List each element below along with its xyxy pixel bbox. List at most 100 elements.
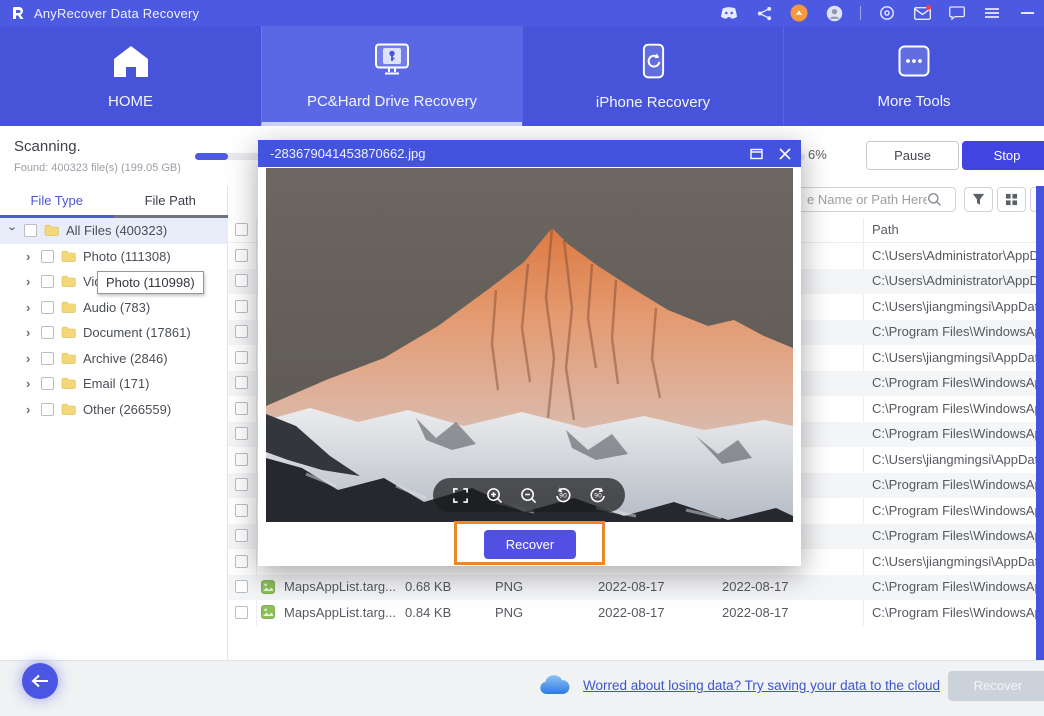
tree-checkbox[interactable] (41, 301, 54, 314)
file-path-cell: C:\Program Files\WindowsApp (872, 375, 1038, 390)
modal-titlebar: -283679041453870662.jpg (258, 140, 801, 167)
tree-item-label: Other (266559) (83, 402, 171, 417)
folder-icon (61, 377, 76, 390)
tree-checkbox[interactable] (41, 250, 54, 263)
row-checkbox[interactable] (235, 300, 248, 313)
modified-date-cell: 2022-08-17 (598, 579, 665, 594)
zoom-in-icon[interactable] (486, 487, 503, 504)
modal-recover-button[interactable]: Recover (484, 530, 576, 559)
tree-checkbox[interactable] (41, 275, 54, 288)
maximize-icon[interactable] (750, 148, 763, 160)
table-row[interactable]: MapsAppList.targ... 0.68 KB PNG 2022-08-… (228, 575, 1044, 601)
mail-notification-dot (926, 5, 931, 10)
folder-icon (61, 403, 76, 416)
promo-icon[interactable] (790, 4, 808, 22)
cloud-save-link[interactable]: Worred about losing data? Try saving you… (583, 678, 940, 693)
tree-checkbox[interactable] (41, 326, 54, 339)
rotate-left-icon[interactable]: 90 (554, 486, 572, 504)
row-checkbox[interactable] (235, 249, 248, 262)
tree-item[interactable]: › Archive (2846) (0, 346, 228, 372)
vertical-scrollbar[interactable] (1036, 186, 1044, 660)
file-path-cell: C:\Program Files\WindowsApp (872, 528, 1038, 543)
nav-home[interactable]: HOME (0, 26, 261, 126)
grid-view-button[interactable] (997, 187, 1026, 212)
tree-item[interactable]: › Document (17861) (0, 320, 228, 346)
folder-icon (61, 352, 76, 365)
row-checkbox[interactable] (235, 580, 248, 593)
filter-button[interactable] (964, 187, 993, 212)
minimize-icon[interactable] (1018, 4, 1036, 22)
row-checkbox[interactable] (235, 555, 248, 568)
select-all-checkbox[interactable] (235, 223, 248, 236)
chevron-right-icon[interactable]: › (26, 250, 34, 263)
tree-checkbox[interactable] (41, 352, 54, 365)
file-path-cell: C:\Program Files\WindowsApp (872, 324, 1038, 339)
image-toolbar: 90 90 (433, 478, 625, 512)
chevron-right-icon[interactable]: › (26, 352, 34, 365)
nav-pc-hard-drive-recovery[interactable]: PC&Hard Drive Recovery (261, 26, 522, 126)
back-button[interactable] (22, 663, 58, 699)
chat-icon[interactable] (948, 4, 966, 22)
row-checkbox[interactable] (235, 529, 248, 542)
chevron-right-icon[interactable]: › (7, 227, 20, 235)
file-path-cell: C:\Program Files\WindowsApp (872, 426, 1038, 441)
row-checkbox[interactable] (235, 427, 248, 440)
row-checkbox[interactable] (235, 478, 248, 491)
tree-checkbox[interactable] (24, 224, 37, 237)
zoom-out-icon[interactable] (520, 487, 537, 504)
footer-recover-button[interactable]: Recover (948, 671, 1044, 701)
svg-text:90: 90 (559, 493, 567, 500)
row-checkbox[interactable] (235, 376, 248, 389)
home-icon (113, 43, 149, 84)
discord-icon[interactable] (720, 4, 738, 22)
file-name-cell: MapsAppList.targ... (284, 579, 399, 594)
scan-found-text: Found: 400323 file(s) (199.05 GB) (14, 162, 181, 174)
search-icon[interactable] (927, 192, 942, 207)
table-row[interactable]: MapsAppList.targ... 0.84 KB PNG 2022-08-… (228, 600, 1044, 626)
tab-file-path[interactable]: File Path (114, 186, 228, 218)
share-icon[interactable] (755, 4, 773, 22)
chevron-right-icon[interactable]: › (26, 326, 34, 339)
app-title: AnyRecover Data Recovery (34, 6, 199, 21)
row-checkbox[interactable] (235, 504, 248, 517)
row-checkbox[interactable] (235, 351, 248, 364)
target-icon[interactable] (878, 4, 896, 22)
row-checkbox[interactable] (235, 325, 248, 338)
modified-date-cell: 2022-08-17 (598, 605, 665, 620)
row-checkbox[interactable] (235, 402, 248, 415)
chevron-right-icon[interactable]: › (26, 275, 34, 288)
close-icon[interactable] (779, 148, 791, 160)
nav-iphone-recovery[interactable]: iPhone Recovery (522, 26, 783, 126)
row-checkbox[interactable] (235, 606, 248, 619)
tree-item[interactable]: › All Files (400323) (0, 218, 228, 244)
tree-item[interactable]: › Photo (111308) (0, 244, 228, 270)
account-icon[interactable] (825, 4, 843, 22)
rotate-right-icon[interactable]: 90 (589, 486, 607, 504)
tree-item-label: Archive (2846) (83, 351, 168, 366)
chevron-right-icon[interactable]: › (26, 377, 34, 390)
tree-checkbox[interactable] (41, 403, 54, 416)
stop-button[interactable]: Stop (962, 141, 1044, 170)
menu-icon[interactable] (983, 4, 1001, 22)
row-checkbox[interactable] (235, 274, 248, 287)
chevron-right-icon[interactable]: › (26, 301, 34, 314)
tree-item[interactable]: › Audio (783) (0, 295, 228, 321)
tree-item[interactable]: › Email (171) (0, 371, 228, 397)
tab-file-type[interactable]: File Type (0, 186, 114, 218)
app-window: AnyRecover Data Recovery (0, 0, 1044, 716)
fullscreen-icon[interactable] (452, 487, 469, 504)
pause-button[interactable]: Pause (866, 141, 959, 170)
titlebar: AnyRecover Data Recovery (0, 0, 1044, 26)
file-path-cell: C:\Users\jiangmingsi\AppData (872, 350, 1038, 365)
search-input[interactable] (799, 192, 927, 207)
mail-icon[interactable] (913, 4, 931, 22)
row-checkbox[interactable] (235, 453, 248, 466)
tree-item[interactable]: › Other (266559) (0, 397, 228, 423)
tree-checkbox[interactable] (41, 377, 54, 390)
file-path-cell: C:\Users\Administrator\AppDa (872, 273, 1038, 288)
file-path-cell: C:\Program Files\WindowsApp (872, 477, 1038, 492)
chevron-right-icon[interactable]: › (26, 403, 34, 416)
file-size-cell: 0.68 KB (405, 579, 451, 594)
nav-more-tools[interactable]: More Tools (783, 26, 1044, 126)
svg-text:90: 90 (594, 493, 602, 500)
